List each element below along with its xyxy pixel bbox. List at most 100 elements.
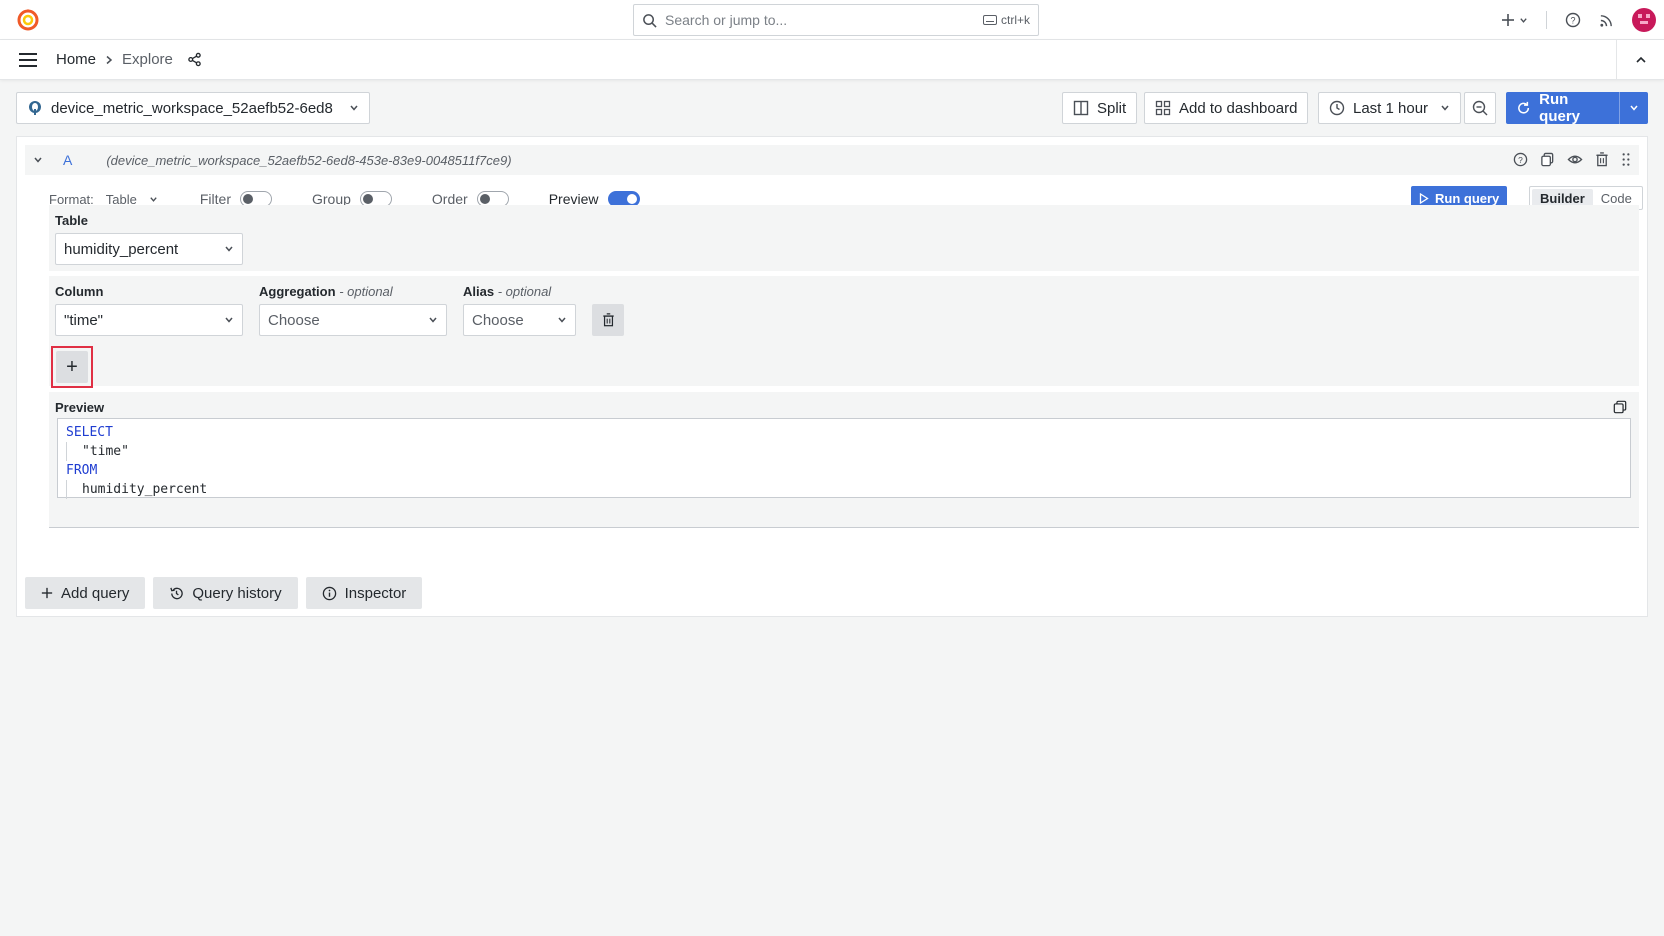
chevron-down-icon	[558, 317, 566, 323]
play-icon	[1419, 192, 1429, 204]
help-icon[interactable]: ?	[1513, 152, 1528, 167]
search-shortcut: ctrl+k	[1000, 13, 1030, 27]
news-rss-icon[interactable]	[1599, 13, 1614, 28]
add-to-dashboard-label: Add to dashboard	[1179, 99, 1298, 117]
copy-icon[interactable]	[1613, 400, 1627, 414]
chevron-up-icon	[1635, 56, 1646, 63]
query-history-label: Query history	[192, 584, 282, 602]
nav-bar: Home Explore	[0, 40, 1664, 80]
info-circle-icon	[322, 586, 336, 600]
top-bar: Search or jump to... ctrl+k ?	[0, 0, 1664, 40]
chevron-down-icon	[225, 246, 233, 252]
zoom-out-button[interactable]	[1464, 92, 1496, 124]
add-column-button[interactable]: +	[56, 351, 88, 383]
split-label: Split	[1097, 99, 1127, 117]
history-icon	[170, 587, 184, 599]
sql-column: "time"	[66, 442, 1622, 461]
drag-handle-icon[interactable]	[1621, 152, 1631, 167]
new-button[interactable]	[1501, 13, 1528, 27]
menu-icon[interactable]	[18, 52, 38, 68]
svg-text:?: ?	[1570, 16, 1575, 26]
share-icon[interactable]	[187, 52, 202, 67]
query-datasource-name: (device_metric_workspace_52aefb52-6ed8-4…	[106, 152, 512, 168]
datasource-picker[interactable]: device_metric_workspace_52aefb52-6ed8	[16, 92, 370, 124]
search-icon	[642, 13, 657, 28]
collapse-query-icon[interactable]	[33, 155, 43, 165]
query-history-button[interactable]: Query history	[153, 577, 298, 609]
divider	[1546, 11, 1547, 29]
table-label: Table	[55, 213, 88, 228]
alias-optional-hint: - optional	[497, 284, 552, 299]
svg-text:?: ?	[1518, 155, 1523, 165]
query-panel: A (device_metric_workspace_52aefb52-6ed8…	[16, 136, 1648, 617]
run-query-label: Run query	[1539, 91, 1581, 125]
inspector-label: Inspector	[344, 584, 407, 602]
add-query-button[interactable]: Add query	[25, 577, 146, 609]
aggregation-optional-hint: - optional	[339, 284, 393, 299]
sql-preview: SELECT "time" FROM humidity_percent	[57, 418, 1631, 499]
explore-toolbar: device_metric_workspace_52aefb52-6ed8 Sp…	[16, 91, 1648, 125]
grafana-logo-icon[interactable]	[16, 8, 40, 32]
breadcrumb: Home Explore	[56, 51, 202, 68]
split-button[interactable]: Split	[1062, 92, 1138, 124]
search-placeholder: Search or jump to...	[665, 12, 788, 28]
column-value: "time"	[64, 311, 103, 329]
chevron-down-icon	[1520, 17, 1527, 23]
alias-select[interactable]: Choose	[463, 304, 576, 336]
chevron-down-icon	[350, 105, 358, 111]
help-icon[interactable]: ?	[1565, 12, 1581, 28]
inspector-button[interactable]: Inspector	[305, 577, 423, 609]
chevron-down-icon	[1441, 105, 1449, 111]
run-query-options-button[interactable]	[1619, 92, 1648, 124]
clock-icon	[1329, 100, 1345, 116]
collapse-nav-button[interactable]	[1616, 40, 1664, 80]
user-avatar[interactable]	[1632, 8, 1656, 32]
column-label: Column	[55, 284, 104, 299]
aggregation-select[interactable]: Choose	[259, 304, 447, 336]
plus-icon	[41, 587, 53, 599]
preview-section: Preview SELECT "time" FROM humidity_perc…	[49, 392, 1639, 528]
column-section: Column "time" Aggregation - optional Cho…	[49, 276, 1639, 388]
chevron-down-icon	[150, 196, 157, 202]
keyboard-icon	[982, 15, 997, 25]
datasource-name: device_metric_workspace_52aefb52-6ed8	[51, 99, 333, 117]
split-icon	[1073, 100, 1089, 116]
plus-icon	[1502, 14, 1514, 26]
table-select[interactable]: humidity_percent	[55, 233, 243, 265]
aggregation-label: Aggregation - optional	[259, 284, 393, 299]
query-row-header: A (device_metric_workspace_52aefb52-6ed8…	[25, 145, 1639, 175]
add-to-dashboard-button[interactable]: Add to dashboard	[1144, 92, 1309, 124]
table-section: Table humidity_percent	[49, 205, 1639, 271]
chevron-right-icon	[104, 55, 114, 65]
time-range-label: Last 1 hour	[1353, 99, 1429, 117]
chevron-down-icon	[429, 317, 437, 323]
column-select[interactable]: "time"	[55, 304, 243, 336]
aggregation-placeholder: Choose	[268, 311, 320, 329]
table-value: humidity_percent	[64, 240, 179, 258]
postgres-icon	[27, 100, 43, 116]
chevron-down-icon	[1630, 105, 1638, 111]
remove-column-button[interactable]	[592, 304, 624, 336]
chevron-down-icon	[225, 317, 233, 323]
sql-table: humidity_percent	[66, 480, 1622, 499]
zoom-out-icon	[1472, 100, 1488, 116]
eye-icon[interactable]	[1567, 152, 1583, 167]
trash-icon	[602, 313, 614, 327]
query-run-label: Run query	[1435, 190, 1500, 206]
query-actions: Add query Query history Inspector	[25, 577, 423, 609]
trash-icon[interactable]	[1595, 152, 1609, 167]
run-query-button[interactable]: Run query	[1506, 91, 1648, 125]
duplicate-query-icon[interactable]	[1540, 152, 1555, 167]
refresh-icon	[1518, 101, 1530, 114]
query-letter[interactable]: A	[63, 152, 72, 168]
add-query-label: Add query	[61, 584, 130, 602]
dashboard-icon	[1155, 100, 1171, 116]
breadcrumb-home[interactable]: Home	[56, 51, 96, 68]
breadcrumb-explore: Explore	[122, 51, 173, 68]
search-bar[interactable]: Search or jump to... ctrl+k	[633, 4, 1039, 36]
time-range-picker[interactable]: Last 1 hour	[1318, 92, 1462, 124]
alias-label: Alias - optional	[463, 284, 552, 299]
sql-from-keyword: FROM	[66, 463, 98, 478]
sql-select-keyword: SELECT	[66, 425, 113, 440]
alias-placeholder: Choose	[472, 311, 524, 329]
